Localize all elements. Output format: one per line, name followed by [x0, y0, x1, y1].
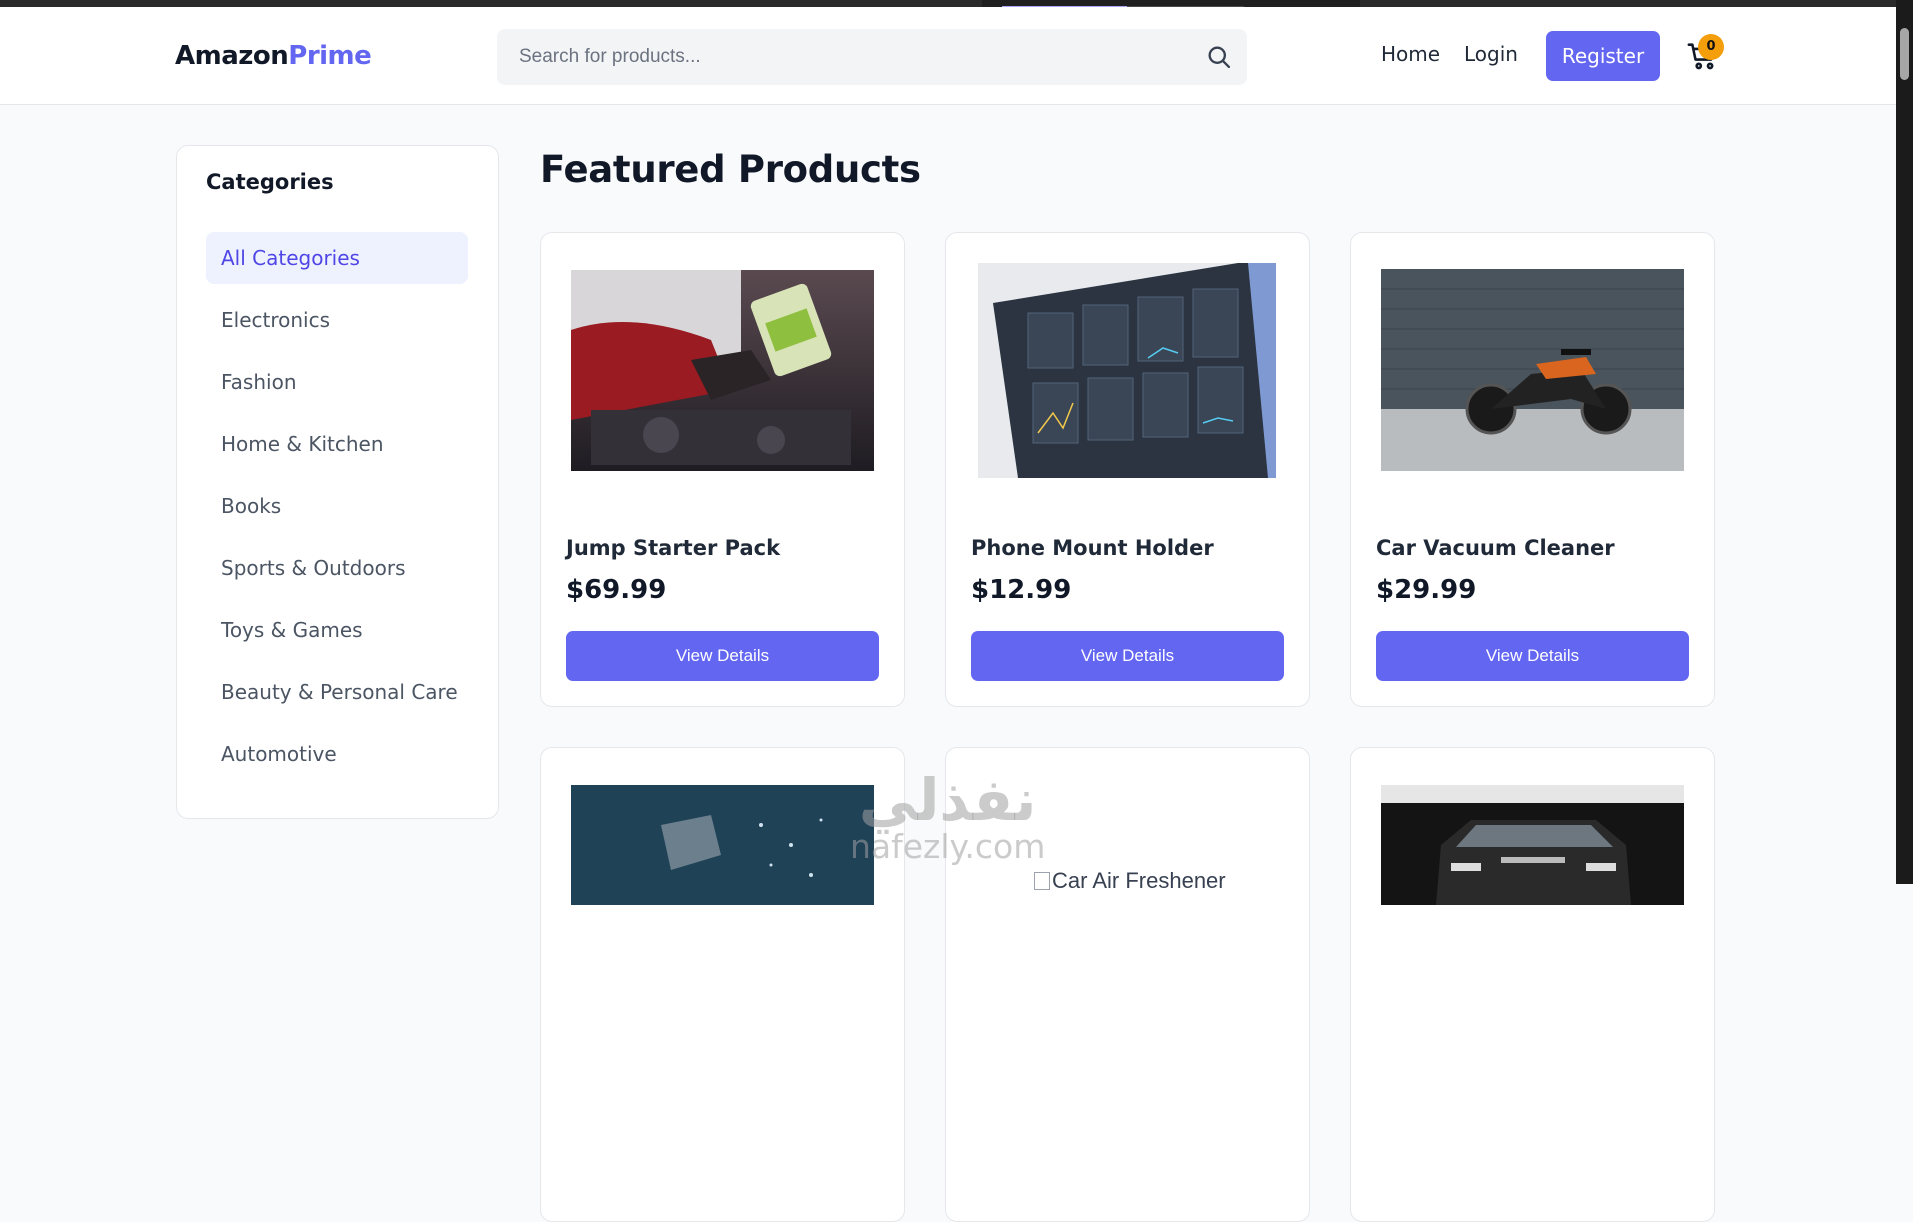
- category-books[interactable]: Books: [206, 480, 468, 532]
- cart-count-badge: 0: [1698, 34, 1724, 60]
- product-image-alt-text: Car Air Freshener: [1052, 868, 1226, 893]
- logo-text-prime: Prime: [288, 41, 372, 71]
- category-fashion[interactable]: Fashion: [206, 356, 468, 408]
- search-bar: [497, 29, 1247, 85]
- product-price: $69.99: [566, 575, 667, 605]
- product-image[interactable]: [1381, 269, 1684, 471]
- nav-home-link[interactable]: Home: [1381, 42, 1440, 66]
- view-details-button[interactable]: View Details: [971, 631, 1284, 681]
- view-details-button[interactable]: View Details: [1376, 631, 1689, 681]
- categories-title: Categories: [206, 170, 334, 194]
- category-toys-games[interactable]: Toys & Games: [206, 604, 468, 656]
- product-image[interactable]: [571, 270, 874, 471]
- category-home-kitchen[interactable]: Home & Kitchen: [206, 418, 468, 470]
- logo-text-amazon: Amazon: [175, 41, 289, 71]
- product-price: $29.99: [1376, 575, 1477, 605]
- product-card: Car Air Freshener: [945, 747, 1310, 1222]
- broken-image-icon: [1034, 872, 1050, 890]
- category-beauty-personal-care[interactable]: Beauty & Personal Care: [206, 666, 468, 718]
- scrollbar-thumb[interactable]: [1900, 28, 1909, 80]
- site-header: AmazonPrime Home Login Register 0: [0, 7, 1896, 105]
- product-card: Car Vacuum Cleaner $29.99 View Details: [1350, 232, 1715, 707]
- nav-login-link[interactable]: Login: [1464, 42, 1518, 66]
- register-button[interactable]: Register: [1546, 31, 1660, 81]
- page-scrollbar[interactable]: [1896, 0, 1913, 884]
- product-name[interactable]: Car Vacuum Cleaner: [1376, 536, 1615, 560]
- featured-products-title: Featured Products: [540, 148, 921, 191]
- search-icon[interactable]: [1205, 43, 1233, 71]
- browser-top-strip: [0, 0, 1896, 7]
- product-image[interactable]: [978, 263, 1276, 478]
- product-card: Jump Starter Pack $69.99 View Details: [540, 232, 905, 707]
- category-sports-outdoors[interactable]: Sports & Outdoors: [206, 542, 468, 594]
- search-input[interactable]: [497, 29, 1247, 85]
- product-price: $12.99: [971, 575, 1072, 605]
- product-image[interactable]: [1381, 785, 1684, 905]
- site-logo[interactable]: AmazonPrime: [175, 41, 372, 71]
- categories-sidebar: Categories All Categories Electronics Fa…: [176, 145, 499, 819]
- category-automotive[interactable]: Automotive: [206, 728, 468, 780]
- product-card: [1350, 747, 1715, 1222]
- product-name[interactable]: Phone Mount Holder: [971, 536, 1214, 560]
- product-card: Phone Mount Holder $12.99 View Details: [945, 232, 1310, 707]
- product-image-broken[interactable]: Car Air Freshener: [1034, 868, 1226, 894]
- product-image[interactable]: [571, 785, 874, 905]
- view-details-button[interactable]: View Details: [566, 631, 879, 681]
- product-card: [540, 747, 905, 1222]
- category-electronics[interactable]: Electronics: [206, 294, 468, 346]
- category-all[interactable]: All Categories: [206, 232, 468, 284]
- product-name[interactable]: Jump Starter Pack: [566, 536, 780, 560]
